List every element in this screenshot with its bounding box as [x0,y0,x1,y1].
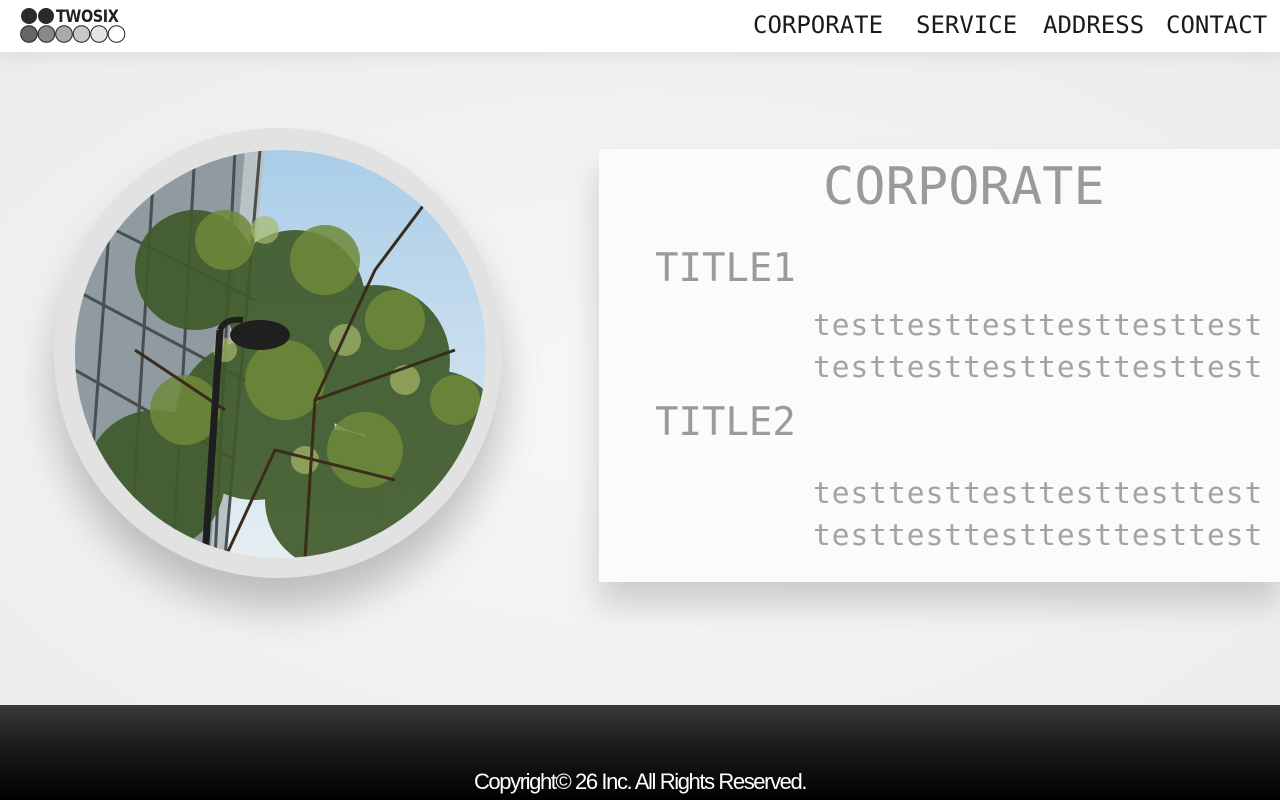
site-footer: Copyright© 26 Inc. All Rights Reserved. [0,705,1280,800]
nav-service[interactable]: SERVICE [916,11,1017,39]
trees-photo-icon [75,150,486,558]
logo-text: TWOSIX [56,7,119,27]
site-header: TWOSIX CORPORATE SERVICE ADDRESS CONTACT [0,0,1280,52]
section-text-1: testtesttesttesttesttest testtesttesttes… [813,304,1263,388]
section-text-2: testtesttesttesttesttest testtesttesttes… [813,472,1263,556]
section-title-2: TITLE2 [655,400,796,445]
nav-address[interactable]: ADDRESS [1043,11,1144,39]
section-title-1: TITLE1 [655,246,796,291]
nav-contact[interactable]: CONTACT [1166,11,1267,39]
section-text-line: testtesttesttesttesttest [813,350,1264,384]
corporate-card: CORPORATE TITLE1 testtesttesttesttesttes… [599,149,1280,582]
section-text-line: testtesttesttesttesttest [813,308,1264,342]
copyright-text: Copyright© 26 Inc. All Rights Reserved. [473,769,808,794]
card-title: CORPORATE [823,157,1105,217]
section-text-line: testtesttesttesttesttest [813,518,1264,552]
logo[interactable]: TWOSIX [20,7,130,45]
nav-corporate[interactable]: CORPORATE [753,11,883,39]
section-text-line: testtesttesttesttesttest [813,476,1264,510]
